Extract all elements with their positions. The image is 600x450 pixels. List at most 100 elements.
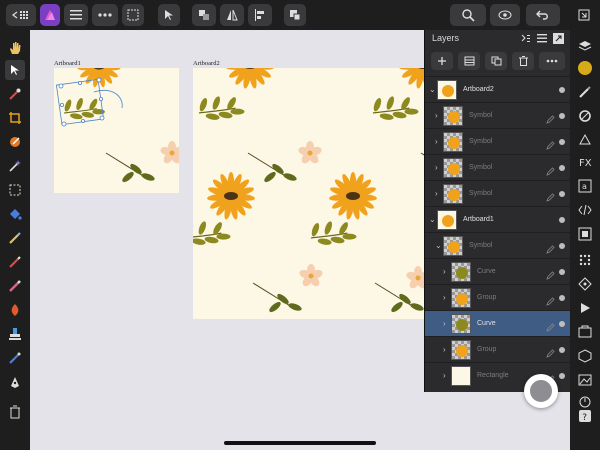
expand-chevron-icon[interactable]: › <box>443 319 446 328</box>
fill-tool-icon[interactable] <box>5 204 25 224</box>
brush-tool-icon[interactable] <box>5 132 25 152</box>
trash-icon[interactable] <box>5 402 25 422</box>
effects-studio-icon[interactable]: FX <box>575 152 595 172</box>
stamp-tool-icon[interactable] <box>5 324 25 344</box>
edit-pencil-icon[interactable] <box>546 111 555 124</box>
affinity-designer-icon[interactable] <box>40 4 60 26</box>
snapping-studio-icon[interactable] <box>575 250 595 270</box>
brushes-studio-icon[interactable] <box>575 82 595 102</box>
fullscreen-icon[interactable] <box>574 4 594 26</box>
visibility-dot-icon[interactable] <box>559 87 565 93</box>
align-icon[interactable] <box>248 4 272 26</box>
expand-chevron-icon[interactable]: › <box>443 371 446 380</box>
pen-tool-icon[interactable] <box>5 372 25 392</box>
visibility-dot-icon[interactable] <box>559 165 565 171</box>
history-studio-icon[interactable] <box>575 298 595 318</box>
pixel-brush-icon[interactable] <box>5 252 25 272</box>
visibility-dot-icon[interactable] <box>559 373 565 379</box>
artboard2[interactable] <box>193 68 425 319</box>
visibility-dot-icon[interactable] <box>559 113 565 119</box>
erase-brush-icon[interactable] <box>5 276 25 296</box>
layer-row[interactable]: › Curve <box>425 310 571 336</box>
edit-pencil-icon[interactable] <box>546 293 555 306</box>
move-tool-icon[interactable] <box>5 60 25 80</box>
expand-chevron-icon[interactable]: ⌄ <box>429 215 436 224</box>
layer-row[interactable]: › Symbol <box>425 102 571 128</box>
view-mode-icon[interactable] <box>490 4 520 26</box>
layer-row[interactable]: ⌄ Symbol <box>425 232 571 258</box>
move-tool-icon[interactable] <box>158 4 180 26</box>
arrange-icon[interactable] <box>192 4 216 26</box>
add-layer-icon[interactable] <box>431 52 453 70</box>
vector-brush-icon[interactable] <box>5 348 25 368</box>
edit-pencil-icon[interactable] <box>546 163 555 176</box>
visibility-dot-icon[interactable] <box>559 295 565 301</box>
transform-studio-icon[interactable] <box>575 200 595 220</box>
pin-panel-icon[interactable] <box>553 33 564 44</box>
layer-row[interactable]: › Symbol <box>425 154 571 180</box>
crop-tool-icon[interactable] <box>5 108 25 128</box>
visibility-dot-icon[interactable] <box>559 347 565 353</box>
expand-chevron-icon[interactable]: › <box>435 163 438 172</box>
layer-row[interactable]: › Group <box>425 284 571 310</box>
layer-row[interactable]: ⌄ Artboard2 <box>425 76 571 102</box>
layer-options-icon[interactable] <box>539 52 565 70</box>
help-icon[interactable]: ? <box>575 406 595 426</box>
stock-studio-icon[interactable] <box>575 370 595 390</box>
edit-pencil-icon[interactable] <box>546 319 555 332</box>
layer-row[interactable]: › Group <box>425 336 571 362</box>
expand-chevron-icon[interactable]: ⌄ <box>429 85 436 94</box>
flip-icon[interactable] <box>220 4 244 26</box>
color-picker-icon[interactable] <box>5 84 25 104</box>
appearance-studio-icon[interactable] <box>575 130 595 150</box>
visibility-dot-icon[interactable] <box>559 269 565 275</box>
assets-studio-icon[interactable] <box>575 322 595 342</box>
duplicate-layer-icon[interactable] <box>485 52 507 70</box>
delete-layer-icon[interactable] <box>512 52 534 70</box>
expand-chevron-icon[interactable]: ⌄ <box>435 241 442 250</box>
paint-brush-icon[interactable] <box>5 228 25 248</box>
expand-chevron-icon[interactable]: › <box>443 345 446 354</box>
layer-row[interactable]: ⌄ Artboard1 <box>425 206 571 232</box>
layer-row[interactable]: › Symbol <box>425 180 571 206</box>
expand-chevron-icon[interactable]: › <box>435 137 438 146</box>
symbols-studio-icon[interactable] <box>575 346 595 366</box>
edit-pencil-icon[interactable] <box>546 189 555 202</box>
expand-chevron-icon[interactable]: › <box>435 111 438 120</box>
zoom-icon[interactable] <box>450 4 486 26</box>
edit-pencil-icon[interactable] <box>546 137 555 150</box>
edit-pencil-icon[interactable] <box>546 267 555 280</box>
undo-icon[interactable] <box>526 4 560 26</box>
layers-studio-icon[interactable] <box>575 36 595 56</box>
text-studio-icon[interactable]: a <box>575 176 595 196</box>
visibility-dot-icon[interactable] <box>559 321 565 327</box>
marquee-tool-icon[interactable] <box>5 180 25 200</box>
visibility-dot-icon[interactable] <box>559 217 565 223</box>
panel-menu-icon[interactable] <box>537 34 547 43</box>
constraints-studio-icon[interactable] <box>575 274 595 294</box>
edit-pencil-icon[interactable] <box>546 241 555 254</box>
visibility-dot-icon[interactable] <box>559 191 565 197</box>
boolean-add-icon[interactable] <box>284 4 306 26</box>
back-grid-icon[interactable] <box>6 4 36 26</box>
hand-tool-icon[interactable] <box>5 38 25 58</box>
layer-row[interactable]: › Symbol <box>425 128 571 154</box>
hamburger-menu-icon[interactable] <box>64 4 88 26</box>
collapse-all-icon[interactable] <box>521 34 531 43</box>
add-pixel-layer-icon[interactable] <box>458 52 480 70</box>
expand-chevron-icon[interactable]: › <box>443 293 446 302</box>
visibility-dot-icon[interactable] <box>559 139 565 145</box>
expand-chevron-icon[interactable]: › <box>435 189 438 198</box>
magic-wand-icon[interactable] <box>5 156 25 176</box>
navigator-studio-icon[interactable] <box>575 224 595 244</box>
burn-tool-icon[interactable] <box>5 300 25 320</box>
expand-chevron-icon[interactable]: › <box>443 267 446 276</box>
quick-menu-button[interactable] <box>524 374 558 408</box>
ellipsis-icon[interactable] <box>92 4 118 26</box>
color-swatch-icon[interactable] <box>575 58 595 78</box>
snapping-grid-icon[interactable] <box>122 4 144 26</box>
layer-row[interactable]: › Curve <box>425 258 571 284</box>
artboard1[interactable] <box>54 68 179 193</box>
stroke-studio-icon[interactable] <box>575 106 595 126</box>
edit-pencil-icon[interactable] <box>546 345 555 358</box>
